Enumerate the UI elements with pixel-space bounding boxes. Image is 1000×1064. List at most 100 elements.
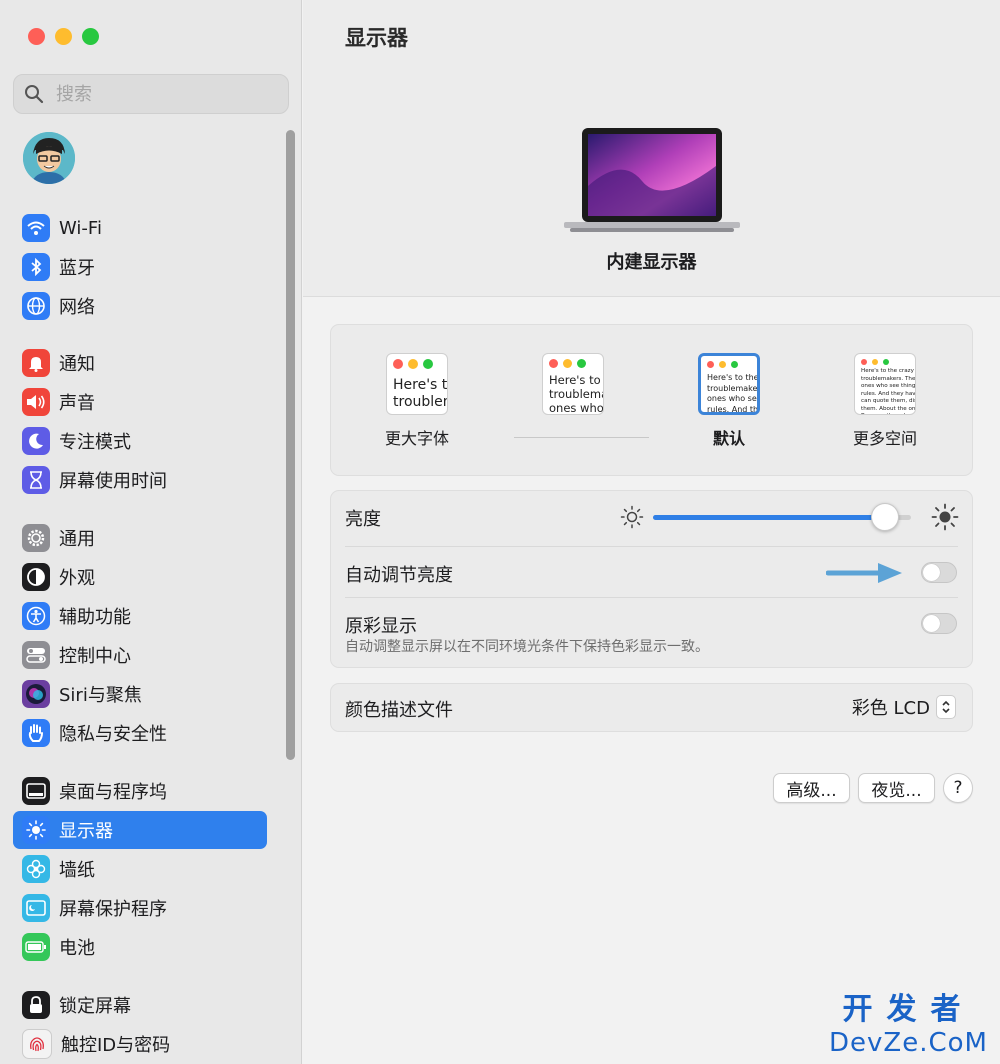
close-window-button[interactable] xyxy=(28,28,45,45)
sidebar-item-lock[interactable]: 锁定屏幕 xyxy=(13,986,267,1024)
sidebar-item-label: 蓝牙 xyxy=(59,258,95,279)
chevron-updown-icon xyxy=(936,695,956,719)
resolution-label: 更大字体 xyxy=(384,429,449,448)
sidebar-item-label: 声音 xyxy=(59,393,95,414)
sidebar-item-label: 桌面与程序坞 xyxy=(59,782,167,803)
bell-icon xyxy=(22,349,50,377)
sidebar-group: 通知声音专注模式屏幕使用时间 xyxy=(13,344,267,500)
sidebar-item-dock[interactable]: 桌面与程序坞 xyxy=(13,772,267,810)
sidebar-item-moon[interactable]: 专注模式 xyxy=(13,422,267,460)
bluetooth-icon xyxy=(22,253,50,281)
resolution-sample-text: Here's to troublem xyxy=(393,377,447,410)
sidebar-item-siri[interactable]: Siri与聚焦 xyxy=(13,675,267,713)
display-settings-pane: 显示器 内建显示器 Here's to troublem更大字体Here's t… xyxy=(303,0,1000,1064)
brightness-slider[interactable] xyxy=(653,503,911,531)
true-tone-label: 原彩显示 xyxy=(345,616,417,637)
resolution-preview: Here's to t troublema ones who xyxy=(542,353,604,415)
brightness-slider-knob[interactable] xyxy=(871,503,900,531)
hand-icon xyxy=(22,719,50,747)
appearance-icon xyxy=(22,563,50,591)
sidebar-item-label: 电池 xyxy=(59,938,95,959)
color-profile-popup[interactable]: 彩色 LCD xyxy=(852,694,956,720)
color-profile-value: 彩色 LCD xyxy=(851,698,930,719)
sidebar-item-fingerprint[interactable]: 触控ID与密码 xyxy=(13,1025,267,1063)
preview-window-controls xyxy=(855,354,915,365)
true-tone-row: 原彩显示 自动调整显示屏以在不同环境光条件下保持色彩显示一致。 xyxy=(331,598,972,668)
resolution-option[interactable]: Here's to t troublema ones who xyxy=(513,353,633,425)
sidebar-item-accessibility[interactable]: 辅助功能 xyxy=(13,597,267,635)
sidebar-item-hourglass[interactable]: 屏幕使用时间 xyxy=(13,461,267,499)
resolution-preview: Here's to the c troublemakers. ones who … xyxy=(698,353,760,415)
resolution-sample-text: Here's to the crazy one troublemakers. T… xyxy=(861,368,915,414)
hourglass-icon xyxy=(22,466,50,494)
resolution-option[interactable]: Here's to troublem 更大字体 xyxy=(357,353,477,449)
speaker-icon xyxy=(22,388,50,416)
sidebar-item-appearance[interactable]: 外观 xyxy=(13,558,267,596)
sidebar-item-label: 通用 xyxy=(59,529,95,550)
resolution-preview: Here's to troublem xyxy=(386,353,448,415)
resolution-card: Here's to troublem 更大字体 Here's to t troubl… xyxy=(330,324,973,476)
help-button[interactable]: ? xyxy=(943,773,973,803)
true-tone-description: 自动调整显示屏以在不同环境光条件下保持色彩显示一致。 xyxy=(345,639,709,655)
sidebar-item-bluetooth[interactable]: 蓝牙 xyxy=(13,248,267,286)
macbook-icon[interactable] xyxy=(562,126,742,238)
screensaver-icon xyxy=(22,894,50,922)
watermark: 开发者 DevZe.CoM xyxy=(829,984,988,1058)
sidebar-item-label: 隐私与安全性 xyxy=(59,724,167,745)
night-shift-button[interactable]: 夜览... xyxy=(858,773,935,803)
wifi-icon xyxy=(22,214,50,242)
color-profile-label: 颜色描述文件 xyxy=(345,700,453,721)
sidebar-item-label: 辅助功能 xyxy=(59,607,131,628)
brightness-row: 亮度 xyxy=(331,491,972,546)
sidebar-item-label: 控制中心 xyxy=(59,646,131,667)
sidebar-item-wifi[interactable]: Wi-Fi xyxy=(13,209,267,247)
display-name: 内建显示器 xyxy=(606,252,697,273)
resolution-preview: Here's to the crazy one troublemakers. T… xyxy=(854,353,916,415)
sidebar-item-bell[interactable]: 通知 xyxy=(13,344,267,382)
sidebar-item-label: 专注模式 xyxy=(59,432,131,453)
sidebar-scrollbar[interactable] xyxy=(286,130,295,760)
minimize-window-button[interactable] xyxy=(55,28,72,45)
moon-icon xyxy=(22,427,50,455)
auto-brightness-row: 自动调节亮度 xyxy=(331,547,972,597)
brightness-high-icon xyxy=(931,503,959,531)
sidebar-item-globe[interactable]: 网络 xyxy=(13,287,267,325)
sidebar-item-flower[interactable]: 墙纸 xyxy=(13,850,267,888)
sidebar-item-label: 触控ID与密码 xyxy=(61,1035,171,1056)
sidebar-item-label: 显示器 xyxy=(59,821,113,842)
sidebar-item-speaker[interactable]: 声音 xyxy=(13,383,267,421)
lock-icon xyxy=(22,991,50,1019)
avatar[interactable] xyxy=(23,132,75,184)
sidebar-item-label: 墙纸 xyxy=(59,860,95,881)
auto-brightness-label: 自动调节亮度 xyxy=(345,565,453,586)
sidebar-item-control-center[interactable]: 控制中心 xyxy=(13,636,267,674)
sidebar-item-screensaver[interactable]: 屏幕保护程序 xyxy=(13,889,267,927)
resolution-option[interactable]: Here's to the crazy one troublemakers. T… xyxy=(825,353,945,449)
resolution-option[interactable]: Here's to the c troublemakers. ones who … xyxy=(669,353,789,449)
sidebar-item-label: 外观 xyxy=(59,568,95,589)
battery-icon xyxy=(22,933,50,961)
accessibility-icon xyxy=(22,602,50,630)
sidebar-item-label: Siri与聚焦 xyxy=(59,685,142,706)
search-icon xyxy=(25,85,44,104)
auto-brightness-toggle[interactable] xyxy=(921,562,957,583)
sidebar-item-battery[interactable]: 电池 xyxy=(13,928,267,966)
search-field[interactable] xyxy=(13,74,289,114)
sidebar-item-label: 屏幕使用时间 xyxy=(59,471,167,492)
fingerprint-icon xyxy=(22,1029,52,1059)
resolution-label: 默认 xyxy=(712,429,745,448)
preview-window-controls xyxy=(543,354,603,368)
advanced-button[interactable]: 高级... xyxy=(773,773,850,803)
resolution-sample-text: Here's to the c troublemakers. ones who … xyxy=(707,373,757,414)
control-center-icon xyxy=(22,641,50,669)
sidebar-item-gear[interactable]: 通用 xyxy=(13,519,267,557)
search-input[interactable] xyxy=(54,82,268,106)
sidebar-item-label: 屏幕保护程序 xyxy=(59,899,167,920)
sidebar-item-sun[interactable]: 显示器 xyxy=(13,811,267,849)
true-tone-toggle[interactable] xyxy=(921,613,957,634)
pointer-arrow-icon xyxy=(826,563,902,583)
sidebar-item-hand[interactable]: 隐私与安全性 xyxy=(13,714,267,752)
sidebar-item-label: 锁定屏幕 xyxy=(59,996,131,1017)
zoom-window-button[interactable] xyxy=(82,28,99,45)
brightness-low-icon xyxy=(620,505,644,529)
